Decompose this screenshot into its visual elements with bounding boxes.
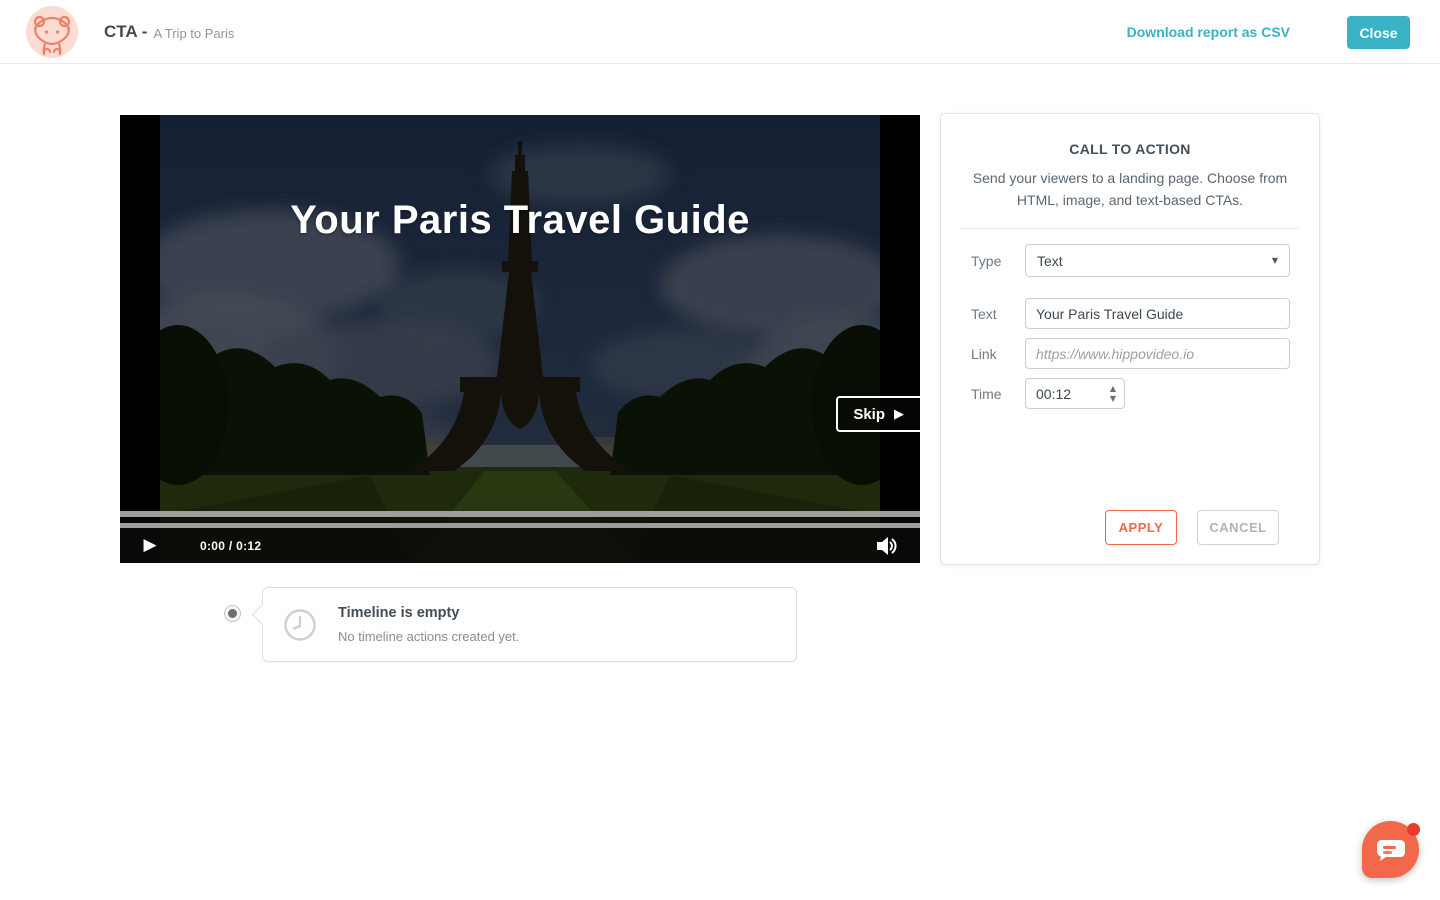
timeline-marker-dot-inner [228,609,237,618]
close-button[interactable]: Close [1347,16,1410,49]
paris-video-frame [160,115,880,563]
video-time-display: 0:00 / 0:12 [200,539,261,553]
cta-divider [961,228,1299,229]
time-input-wrap: ▲ ▼ [1025,378,1125,409]
top-bar: CTA - A Trip to Paris Download report as… [0,0,1440,64]
volume-button[interactable] [868,528,908,563]
video-overlay-title: Your Paris Travel Guide [120,198,920,243]
step-up-icon[interactable]: ▲ [1108,384,1118,394]
type-field-row: Type Text ▼ [971,244,1291,277]
type-label: Type [971,253,1025,269]
video-name-subtitle: A Trip to Paris [153,24,234,41]
video-player[interactable]: Your Paris Travel Guide Skip ▶ ▶ 0:00 / … [120,115,920,563]
chat-bubble-icon [1377,840,1405,862]
chat-notification-dot [1407,823,1420,836]
type-select[interactable]: Text ▼ [1025,244,1290,277]
type-selected-value: Text [1037,253,1063,269]
cta-panel-description: Send your viewers to a landing page. Cho… [970,168,1290,211]
cta-editor-page: CTA - A Trip to Paris Download report as… [0,0,1440,900]
chat-launcher-button[interactable] [1362,821,1419,878]
hippo-logo-icon [26,6,78,58]
cancel-button[interactable]: CANCEL [1197,510,1279,545]
step-down-icon[interactable]: ▼ [1108,394,1118,404]
time-field-row: Time ▲ ▼ [971,378,1291,409]
breadcrumb: CTA - A Trip to Paris [104,0,234,64]
play-icon: ▶ [143,537,156,554]
timeline-empty-subtitle: No timeline actions created yet. [338,629,519,644]
time-label: Time [971,386,1025,402]
cta-panel: CALL TO ACTION Send your viewers to a la… [940,113,1320,565]
page-title: CTA - [104,22,147,42]
video-controls-bar: ▶ 0:00 / 0:12 [120,528,920,563]
link-label: Link [971,346,1025,362]
apply-button[interactable]: APPLY [1105,510,1177,545]
clock-icon [284,609,316,641]
chevron-down-icon: ▼ [1272,256,1278,265]
cta-link-input[interactable] [1025,338,1290,369]
timeline-marker-dot [224,605,241,622]
skip-play-icon: ▶ [894,408,904,421]
cta-panel-title: CALL TO ACTION [941,141,1319,157]
download-csv-link[interactable]: Download report as CSV [1127,0,1290,64]
play-button[interactable]: ▶ [120,528,180,563]
time-stepper: ▲ ▼ [1108,384,1118,404]
timeline-empty-card: Timeline is empty No timeline actions cr… [262,587,797,662]
text-field-row: Text [971,298,1291,329]
skip-button[interactable]: Skip ▶ [836,396,920,432]
timeline-empty-title: Timeline is empty [338,605,459,621]
text-label: Text [971,306,1025,322]
volume-icon [877,536,899,556]
skip-label: Skip [853,406,885,423]
cta-text-input[interactable] [1025,298,1290,329]
link-field-row: Link [971,338,1291,369]
